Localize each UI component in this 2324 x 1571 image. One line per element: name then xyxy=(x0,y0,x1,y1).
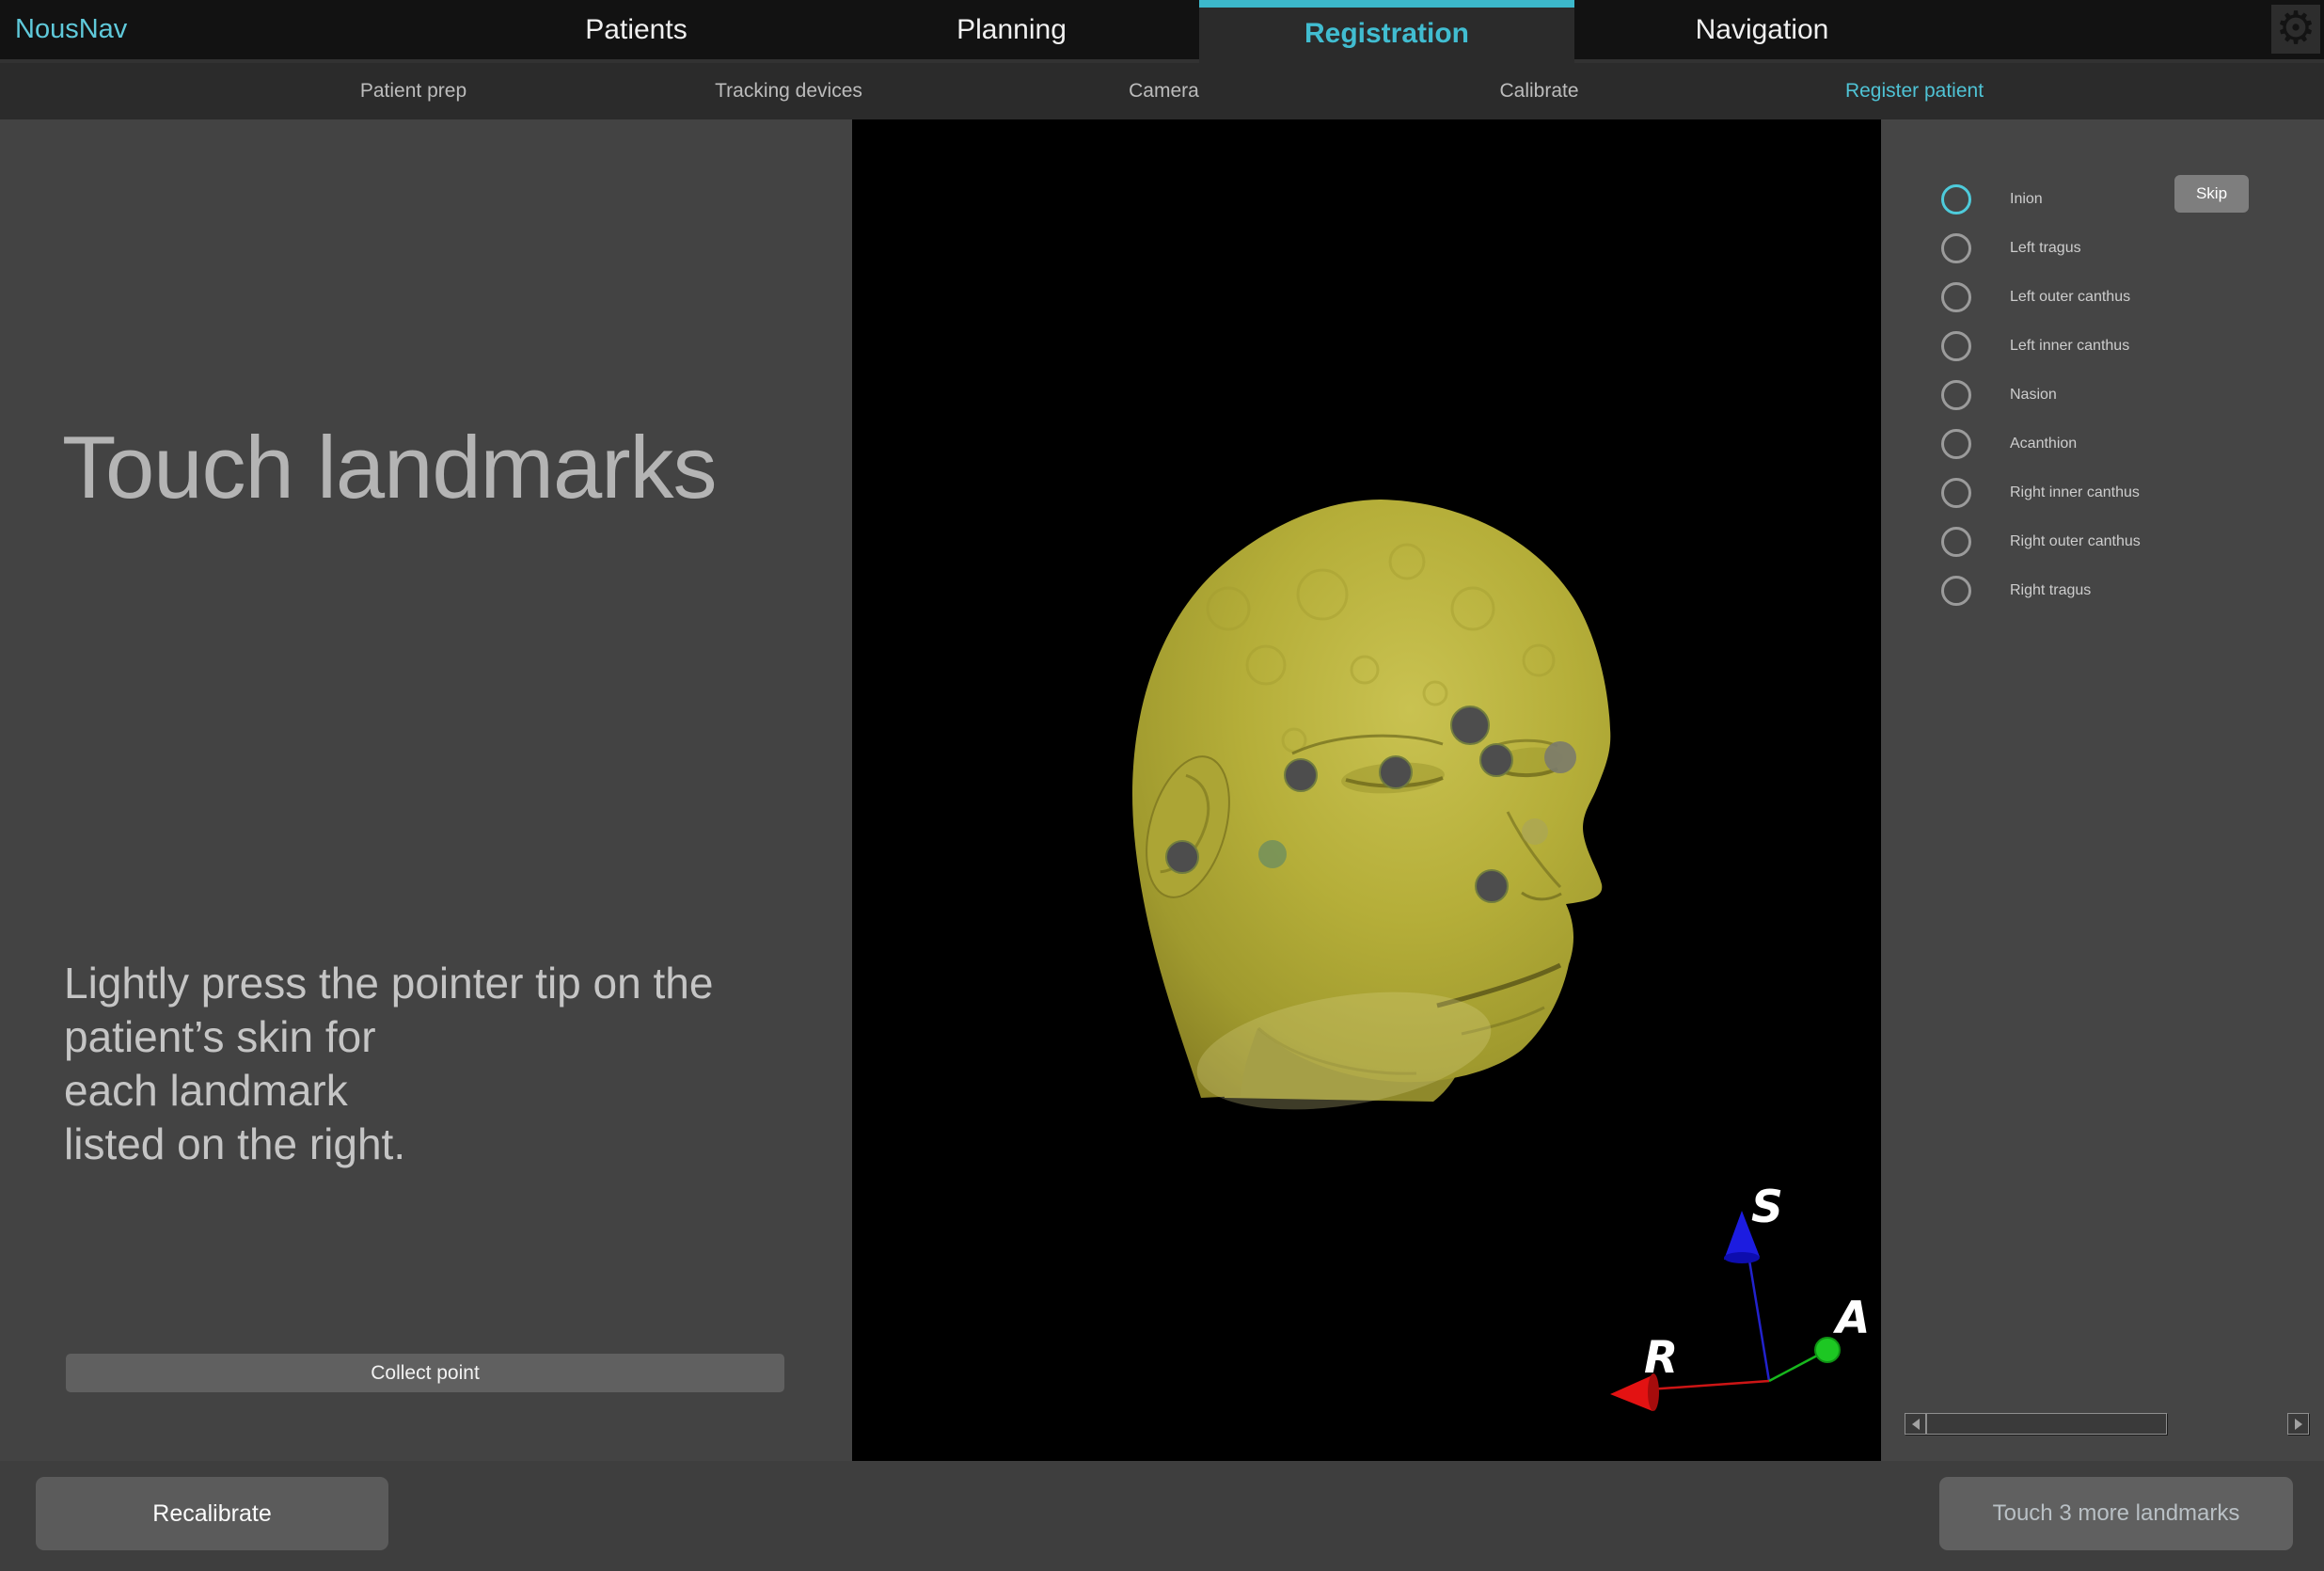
recalibrate-button[interactable]: Recalibrate xyxy=(36,1477,388,1550)
radio-left-outer-canthus[interactable] xyxy=(1941,282,1971,312)
landmark-dot-nasion xyxy=(1451,706,1489,744)
skip-button[interactable]: Skip xyxy=(2174,175,2249,213)
landmark-row-left-inner-canthus: Left inner canthus xyxy=(1881,322,2324,371)
radio-inion[interactable] xyxy=(1941,184,1971,214)
landmark-dot-acanthion xyxy=(1476,870,1508,902)
step-camera[interactable]: Camera xyxy=(976,63,1352,119)
step-patient-prep[interactable]: Patient prep xyxy=(226,63,601,119)
landmark-panel: Inion Left tragus Left outer canthus Lef… xyxy=(1881,119,2324,1461)
registration-step-nav: Patient prep Tracking devices Camera Cal… xyxy=(0,59,2324,119)
radio-right-outer-canthus[interactable] xyxy=(1941,527,1971,557)
head-model-render: S A R xyxy=(852,119,1881,1461)
landmark-row-left-outer-canthus: Left outer canthus xyxy=(1881,273,2324,322)
landmark-row-left-tragus: Left tragus xyxy=(1881,224,2324,273)
landmark-dot-left-outer-canthus xyxy=(1285,759,1317,791)
instruction-panel: Touch landmarks Lightly press the pointe… xyxy=(0,119,852,1461)
landmark-dot-nose-side-faint xyxy=(1522,818,1548,845)
landmark-row-acanthion: Acanthion xyxy=(1881,420,2324,468)
instructions-text: Lightly press the pointer tip on the pat… xyxy=(64,957,713,1171)
landmark-row-right-tragus: Right tragus xyxy=(1881,566,2324,615)
axis-label-anterior: A xyxy=(1832,1293,1870,1344)
landmark-dot-right-outer-canthus xyxy=(1544,741,1576,773)
radio-right-tragus[interactable] xyxy=(1941,576,1971,606)
radio-right-inner-canthus[interactable] xyxy=(1941,478,1971,508)
landmark-row-inion: Inion xyxy=(1881,175,2324,224)
bottom-bar: Recalibrate Touch 3 more landmarks xyxy=(0,1461,2324,1571)
scrollbar-thumb[interactable] xyxy=(1926,1413,2167,1435)
main-tabs: Patients Planning Registration Navigatio… xyxy=(449,0,1950,59)
scroll-left-icon xyxy=(1912,1419,1920,1430)
step-calibrate[interactable]: Calibrate xyxy=(1352,63,1727,119)
landmark-dot-left-tragus xyxy=(1166,841,1198,873)
main-area: Touch landmarks Lightly press the pointe… xyxy=(0,119,2324,1461)
instructions-line-2: patient’s skin for xyxy=(64,1010,713,1064)
tab-navigation[interactable]: Navigation xyxy=(1574,0,1950,59)
landmark-row-nasion: Nasion xyxy=(1881,371,2324,420)
radio-nasion[interactable] xyxy=(1941,380,1971,410)
axis-label-right: R xyxy=(1644,1332,1678,1384)
radio-left-inner-canthus[interactable] xyxy=(1941,331,1971,361)
scrollbar-left-button[interactable] xyxy=(1905,1413,1926,1435)
tab-patients[interactable]: Patients xyxy=(449,0,824,59)
touch-more-landmarks-button[interactable]: Touch 3 more landmarks xyxy=(1939,1477,2293,1550)
horizontal-scrollbar xyxy=(1905,1413,2309,1435)
tab-planning[interactable]: Planning xyxy=(824,0,1199,59)
instructions-line-1: Lightly press the pointer tip on the xyxy=(64,957,713,1010)
gear-icon: ⚙ xyxy=(2275,5,2316,54)
3d-viewport[interactable]: S A R xyxy=(852,119,1881,1461)
app-window: NousNav Patients Planning Registration N… xyxy=(0,0,2324,1571)
landmark-dot-right-inner-canthus xyxy=(1480,744,1512,776)
app-logo: NousNav xyxy=(15,0,127,59)
radio-left-tragus[interactable] xyxy=(1941,233,1971,263)
instructions-line-3: each landmark xyxy=(64,1064,713,1118)
step-register-patient[interactable]: Register patient xyxy=(1727,63,2102,119)
landmark-list: Inion Left tragus Left outer canthus Lef… xyxy=(1881,175,2324,615)
scrollbar-right-button[interactable] xyxy=(2287,1413,2309,1435)
landmark-row-right-inner-canthus: Right inner canthus xyxy=(1881,468,2324,517)
radio-acanthion[interactable] xyxy=(1941,429,1971,459)
step-tracking-devices[interactable]: Tracking devices xyxy=(601,63,976,119)
landmark-row-right-outer-canthus: Right outer canthus xyxy=(1881,517,2324,566)
settings-button[interactable]: ⚙ xyxy=(2271,5,2320,54)
tab-registration[interactable]: Registration xyxy=(1199,0,1574,59)
instructions-line-4: listed on the right. xyxy=(64,1118,713,1171)
scroll-right-icon xyxy=(2295,1419,2302,1430)
orientation-axes: S A R xyxy=(1610,1182,1870,1411)
collect-point-button[interactable]: Collect point xyxy=(66,1354,784,1392)
page-title: Touch landmarks xyxy=(62,417,717,518)
landmark-dot-left-inner-canthus xyxy=(1380,756,1412,788)
landmark-dot-left-cheek-faint xyxy=(1258,840,1287,868)
top-bar: NousNav Patients Planning Registration N… xyxy=(0,0,2324,59)
axis-label-superior: S xyxy=(1751,1182,1783,1233)
